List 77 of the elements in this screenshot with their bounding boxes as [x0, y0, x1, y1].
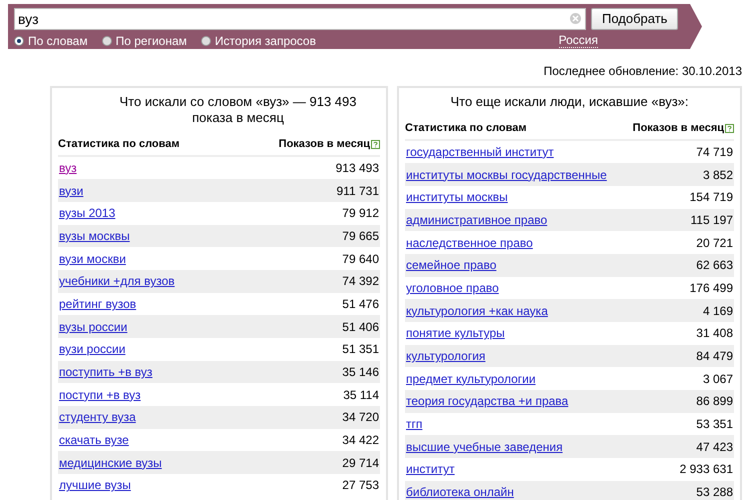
submit-button[interactable]: Подобрать	[591, 8, 678, 30]
phrase-link[interactable]: библиотека онлайн	[406, 483, 514, 500]
phrase-link[interactable]: лучшие вузы	[59, 476, 131, 494]
phrase-link[interactable]: поступить +в вуз	[59, 363, 152, 382]
help-icon[interactable]	[371, 140, 380, 149]
count-cell-text: 34 720	[342, 409, 379, 426]
count-cell-text: 53 351	[696, 416, 733, 434]
count-cell-text: 35 114	[343, 386, 379, 404]
phrase-link[interactable]: административное право	[406, 210, 548, 229]
phrase-link[interactable]: вузы россии	[59, 318, 128, 336]
radio-label[interactable]: По словам	[28, 32, 88, 50]
count-cell-text: 74 719	[696, 144, 733, 161]
count-cell-text: 20 721	[696, 234, 733, 252]
phrase-link[interactable]: культурология +как наука	[406, 302, 548, 320]
phrase-link[interactable]: рейтинг вузов	[59, 294, 136, 313]
phrase-link[interactable]: вузи москви	[59, 250, 126, 268]
phrase-link[interactable]: семейное право	[406, 256, 496, 274]
column-header: Статистика по словам	[405, 121, 527, 136]
count-cell-text: 53 288	[696, 484, 733, 500]
phrase-link[interactable]: теория государства +и права	[406, 392, 568, 410]
phrase-link[interactable]: высшие учебные заведения	[406, 438, 563, 456]
help-icon[interactable]	[725, 124, 734, 133]
last-update-text: Последнее обновление: 30.10.2013	[544, 63, 742, 80]
region-link[interactable]: Россия	[558, 34, 598, 48]
phrase-link[interactable]: вузи	[59, 182, 84, 200]
column-header: Показов в месяц	[278, 137, 370, 152]
count-cell-text: 51 406	[342, 318, 379, 336]
count-cell-text: 79 912	[342, 205, 379, 222]
count-cell-text: 3 067	[702, 370, 733, 388]
count-cell-text: 176 499	[690, 280, 733, 297]
phrase-link[interactable]: вуз	[59, 158, 77, 177]
count-cell-text: 154 719	[690, 189, 733, 206]
count-cell-text: 47 423	[696, 438, 733, 456]
count-cell-text: 79 640	[342, 250, 379, 268]
phrase-link[interactable]: вузы москвы	[59, 226, 130, 245]
phrase-link[interactable]: вузи россии	[59, 340, 126, 358]
count-cell-text: 86 899	[696, 393, 733, 410]
count-cell-text: 911 731	[336, 182, 379, 200]
count-cell-text: 79 665	[342, 228, 379, 245]
phrase-link[interactable]: скачать вузе	[59, 431, 129, 450]
count-cell-text: 115 197	[690, 212, 733, 229]
count-cell-text: 31 408	[696, 325, 733, 342]
radio-label[interactable]: История запросов	[214, 32, 316, 50]
count-cell-text: 27 753	[342, 477, 379, 494]
column-header: Показов в месяц	[632, 121, 724, 136]
count-cell-text: 3 852	[702, 166, 733, 184]
count-cell-text: 74 392	[342, 273, 379, 290]
search-field[interactable]: вуз	[14, 8, 586, 30]
phrase-link[interactable]: уголовное право	[406, 278, 499, 297]
phrase-link[interactable]: студенту вуза	[59, 408, 136, 426]
panel-title: Что искали со словом «вуз» — 913 493 показа в месяц	[118, 94, 358, 126]
count-cell-text: 2 933 631	[680, 461, 733, 478]
phrase-link[interactable]: институт	[406, 460, 455, 478]
phrase-link[interactable]: государственный институт	[406, 142, 554, 161]
panel-title: Что еще искали люди, искавшие «вуз»:	[449, 94, 690, 110]
radio-label[interactable]: По регионам	[116, 32, 187, 50]
column-header: Статистика по словам	[58, 137, 180, 152]
phrase-link[interactable]: институты москвы	[406, 188, 508, 206]
count-cell-text: 35 146	[342, 364, 379, 382]
count-cell-text: 51 351	[342, 341, 379, 358]
count-cell-text: 84 479	[696, 348, 733, 366]
phrase-link[interactable]: учебники +для вузов	[59, 272, 175, 290]
phrase-link[interactable]: понятие культуры	[406, 324, 505, 342]
phrase-link[interactable]: институты москвы государственные	[406, 166, 607, 184]
phrase-link[interactable]: тгп	[406, 415, 422, 434]
count-cell-text: 29 714	[342, 454, 379, 472]
phrase-link[interactable]: предмет культурологии	[406, 370, 536, 388]
phrase-link[interactable]: культурология	[406, 347, 486, 366]
count-cell-text: 4 169	[702, 302, 733, 320]
count-cell-text: 34 422	[342, 432, 379, 450]
count-cell-text: 913 493	[336, 160, 379, 177]
phrase-link[interactable]: наследственное право	[406, 234, 533, 252]
count-cell-text: 62 663	[696, 257, 733, 274]
phrase-link[interactable]: поступи +в вуз	[59, 386, 141, 404]
phrase-link[interactable]: вузы 2013	[59, 204, 116, 222]
phrase-link[interactable]: медицинские вузы	[59, 454, 162, 472]
count-cell-text: 51 476	[342, 296, 379, 313]
